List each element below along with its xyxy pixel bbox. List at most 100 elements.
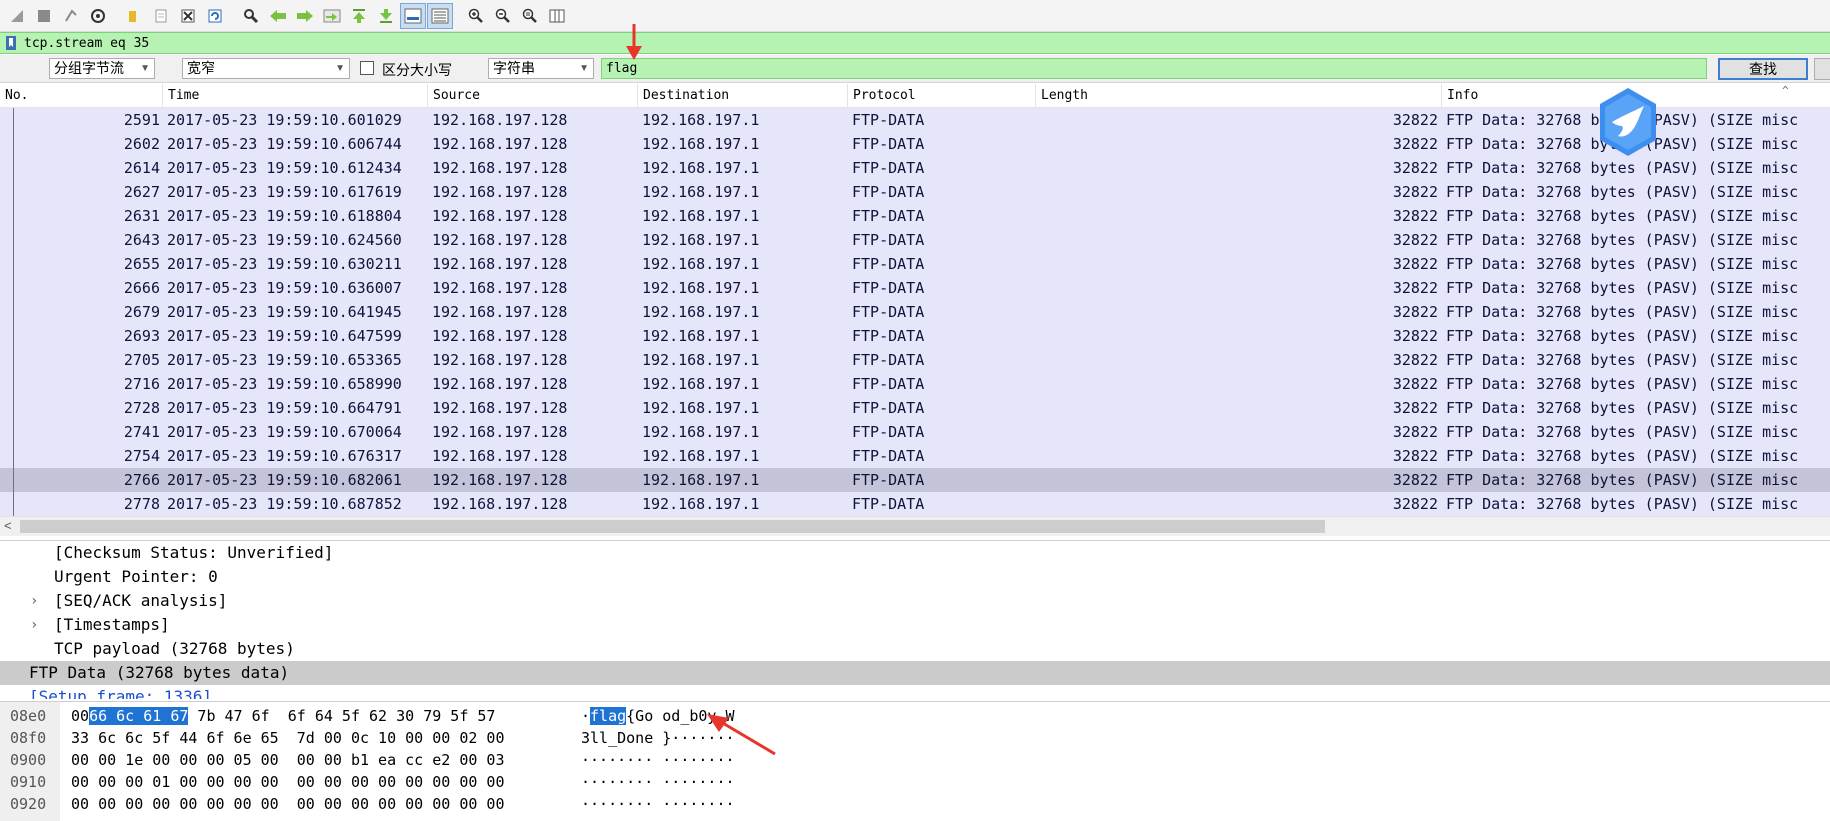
packet-source: 192.168.197.128 bbox=[432, 303, 568, 321]
bytes-hex-segment: 00 bbox=[71, 707, 90, 725]
search-in-select[interactable]: 分组字节流 ▼ bbox=[49, 58, 155, 79]
packet-row[interactable]: 2631 2017-05-23 19:59:10.618804 192.168.19… bbox=[0, 204, 1830, 228]
find-button[interactable]: 查找 bbox=[1718, 58, 1808, 80]
last-packet-icon[interactable] bbox=[373, 3, 399, 29]
packet-row[interactable]: 2679 2017-05-23 19:59:10.641945 192.168.19… bbox=[0, 300, 1830, 324]
bookmark-icon[interactable] bbox=[4, 35, 18, 51]
save-file-icon[interactable] bbox=[148, 3, 174, 29]
packet-time: 2017-05-23 19:59:10.617619 bbox=[167, 183, 402, 201]
packet-info: FTP Data: 32768 bytes (PASV) (SIZE misc bbox=[1446, 327, 1799, 345]
display-filter-input[interactable] bbox=[24, 34, 1830, 52]
packet-row[interactable]: 2741 2017-05-23 19:59:10.670064 192.168.19… bbox=[0, 420, 1830, 444]
bytes-hex-segment: 00 00 00 01 00 00 00 00 00 00 00 00 00 0… bbox=[71, 773, 505, 791]
open-file-icon[interactable] bbox=[121, 3, 147, 29]
packet-length: 32822 bbox=[1392, 399, 1438, 417]
column-header-time[interactable]: Time bbox=[163, 84, 428, 108]
bytes-ascii[interactable]: ········ ········ bbox=[581, 793, 735, 815]
bytes-hex[interactable]: 33 6c 6c 5f 44 6f 6e 65 7d 00 0c 10 00 0… bbox=[71, 727, 504, 749]
packet-row[interactable]: 2766 2017-05-23 19:59:10.682061 192.168.19… bbox=[0, 468, 1830, 492]
packet-row[interactable]: 2705 2017-05-23 19:59:10.653365 192.168.19… bbox=[0, 348, 1830, 372]
column-header-source[interactable]: Source bbox=[428, 84, 638, 108]
capture-options-icon[interactable] bbox=[85, 3, 111, 29]
auto-scroll-icon[interactable] bbox=[400, 2, 426, 29]
bytes-ascii[interactable]: ········ ········ bbox=[581, 771, 735, 793]
detail-tree-item[interactable]: [Checksum Status: Unverified] bbox=[0, 541, 1830, 565]
bytes-hex[interactable]: 00 00 00 01 00 00 00 00 00 00 00 00 00 0… bbox=[71, 771, 504, 793]
packet-info: FTP Data: 32768 bytes (PASV) (SIZE misc bbox=[1446, 255, 1799, 273]
scroll-left-icon[interactable]: < bbox=[4, 518, 12, 533]
column-header-destination[interactable]: Destination bbox=[638, 84, 848, 108]
bytes-ascii[interactable]: ·flag{Go od_b0y_W bbox=[581, 705, 735, 727]
go-to-packet-icon[interactable] bbox=[319, 3, 345, 29]
packet-row[interactable]: 2693 2017-05-23 19:59:10.647599 192.168.19… bbox=[0, 324, 1830, 348]
toolbar-separator bbox=[112, 3, 120, 29]
packet-source: 192.168.197.128 bbox=[432, 447, 568, 465]
colorize-icon[interactable] bbox=[427, 2, 453, 29]
packet-destination: 192.168.197.1 bbox=[642, 375, 760, 393]
packet-bytes-pane[interactable]: 08e0 0066 6c 61 67 7b 47 6f 6f 64 5f 62 3… bbox=[0, 701, 1830, 821]
detail-tree-item[interactable]: Urgent Pointer: 0 bbox=[0, 565, 1830, 589]
packet-row[interactable]: 2754 2017-05-23 19:59:10.676317 192.168.19… bbox=[0, 444, 1830, 468]
zoom-out-icon[interactable] bbox=[490, 3, 516, 29]
scrollbar-thumb[interactable] bbox=[20, 520, 1325, 533]
case-sensitive-checkbox[interactable] bbox=[360, 61, 374, 75]
find-packet-icon[interactable] bbox=[238, 3, 264, 29]
search-input[interactable]: flag bbox=[601, 58, 1707, 79]
packet-details-pane[interactable]: [Checksum Status: Unverified] Urgent Poin… bbox=[0, 540, 1830, 699]
column-header-protocol[interactable]: Protocol ^ bbox=[848, 84, 1789, 108]
packet-protocol: FTP-DATA bbox=[852, 351, 925, 369]
chevron-right-icon[interactable]: › bbox=[30, 589, 38, 613]
packet-time: 2017-05-23 19:59:10.612434 bbox=[167, 159, 402, 177]
stop-capture-icon[interactable] bbox=[4, 3, 30, 29]
go-forward-icon[interactable] bbox=[292, 3, 318, 29]
packet-row[interactable]: 2602 2017-05-23 19:59:10.606744 192.168.19… bbox=[0, 132, 1830, 156]
detail-tree-item[interactable]: TCP payload (32768 bytes) bbox=[0, 637, 1830, 661]
packet-protocol: FTP-DATA bbox=[852, 327, 925, 345]
packet-length: 32822 bbox=[1392, 423, 1438, 441]
detail-tree-item[interactable]: › [SEQ/ACK analysis] bbox=[0, 589, 1830, 613]
detail-tree-item[interactable]: FTP Data (32768 bytes data) bbox=[0, 661, 1830, 685]
zoom-in-icon[interactable] bbox=[463, 3, 489, 29]
stop-square-icon[interactable] bbox=[31, 3, 57, 29]
packet-row[interactable]: 2643 2017-05-23 19:59:10.624560 192.168.19… bbox=[0, 228, 1830, 252]
bytes-row: 0910 00 00 00 01 00 00 00 00 00 00 00 00 … bbox=[0, 771, 1830, 793]
packet-time: 2017-05-23 19:59:10.630211 bbox=[167, 255, 402, 273]
packet-row[interactable]: 2591 2017-05-23 19:59:10.601029 192.168.19… bbox=[0, 108, 1830, 132]
packet-time: 2017-05-23 19:59:10.636007 bbox=[167, 279, 402, 297]
cancel-find-button[interactable] bbox=[1814, 58, 1830, 80]
packet-row[interactable]: 2666 2017-05-23 19:59:10.636007 192.168.19… bbox=[0, 276, 1830, 300]
chevron-right-icon[interactable]: › bbox=[30, 613, 38, 637]
packet-row[interactable]: 2627 2017-05-23 19:59:10.617619 192.168.19… bbox=[0, 180, 1830, 204]
resize-columns-icon[interactable] bbox=[544, 3, 570, 29]
packet-row[interactable]: 2728 2017-05-23 19:59:10.664791 192.168.19… bbox=[0, 396, 1830, 420]
search-value: flag bbox=[606, 61, 638, 76]
go-back-icon[interactable] bbox=[265, 3, 291, 29]
detail-tree-item[interactable]: [Setup frame: 1336] bbox=[0, 685, 1830, 699]
column-header-no[interactable]: No. bbox=[0, 84, 163, 108]
packet-no: 2705 bbox=[123, 351, 160, 369]
bytes-hex[interactable]: 00 00 1e 00 00 00 05 00 00 00 b1 ea cc e… bbox=[71, 749, 504, 771]
detail-tree-item[interactable]: › [Timestamps] bbox=[0, 613, 1830, 637]
bytes-ascii[interactable]: ········ ········ bbox=[581, 749, 735, 771]
reload-file-icon[interactable] bbox=[202, 3, 228, 29]
bytes-hex[interactable]: 0066 6c 61 67 7b 47 6f 6f 64 5f 62 30 79… bbox=[71, 705, 495, 727]
packet-source: 192.168.197.128 bbox=[432, 423, 568, 441]
packet-list[interactable]: 2591 2017-05-23 19:59:10.601029 192.168.19… bbox=[0, 108, 1830, 516]
packet-row[interactable]: 2655 2017-05-23 19:59:10.630211 192.168.19… bbox=[0, 252, 1830, 276]
packet-row[interactable]: 2614 2017-05-23 19:59:10.612434 192.168.19… bbox=[0, 156, 1830, 180]
normal-size-icon[interactable] bbox=[517, 3, 543, 29]
bytes-ascii[interactable]: 3ll_Done }······· bbox=[581, 727, 735, 749]
bytes-hex[interactable]: 00 00 00 00 00 00 00 00 00 00 00 00 00 0… bbox=[71, 793, 504, 815]
detail-tree-text: [Timestamps] bbox=[54, 615, 170, 634]
char-width-select[interactable]: 宽窄 ▼ bbox=[182, 58, 350, 79]
search-type-select[interactable]: 字符串 ▼ bbox=[488, 58, 594, 79]
detail-tree-text: [SEQ/ACK analysis] bbox=[54, 591, 228, 610]
packet-row[interactable]: 2716 2017-05-23 19:59:10.658990 192.168.19… bbox=[0, 372, 1830, 396]
packet-row[interactable]: 2778 2017-05-23 19:59:10.687852 192.168.19… bbox=[0, 492, 1830, 516]
packet-protocol: FTP-DATA bbox=[852, 183, 925, 201]
first-packet-icon[interactable] bbox=[346, 3, 372, 29]
close-file-icon[interactable] bbox=[175, 3, 201, 29]
restart-capture-icon[interactable] bbox=[58, 3, 84, 29]
column-header-length[interactable]: Length bbox=[1036, 84, 1442, 108]
packet-list-scrollbar[interactable]: < bbox=[0, 516, 1830, 536]
